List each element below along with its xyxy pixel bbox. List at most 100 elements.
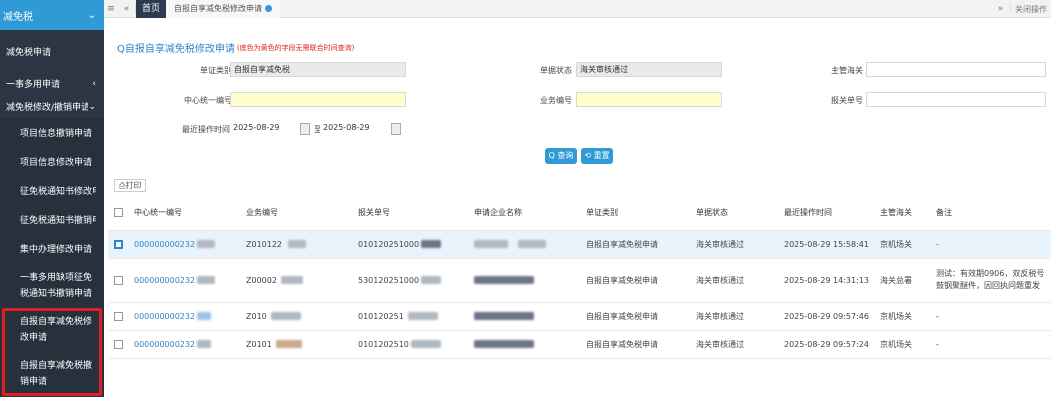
tab-current[interactable]: 自报自享减免税修改申请 xyxy=(166,0,281,18)
sidebar-item-multi-use-notice-revoke[interactable]: 一事多用缺项征免税通知书撤销申请 xyxy=(0,263,104,307)
checkbox[interactable] xyxy=(114,275,123,285)
redacted-mark xyxy=(197,340,212,348)
time-label: 最近操作时间 xyxy=(182,125,230,134)
column-header[interactable]: 中心统一编号 xyxy=(128,196,240,231)
customs-label: 主管海关 xyxy=(831,66,863,75)
biz-no-label: 业务编号 xyxy=(540,96,572,105)
calendar-icon[interactable] xyxy=(300,123,310,135)
table-row[interactable]: 000000000232 Z010122 010120251000 自报自享减免… xyxy=(108,230,1051,259)
column-header[interactable]: 单证类别 xyxy=(580,196,690,231)
central-no-cell[interactable]: 000000000232 xyxy=(128,258,240,303)
customs-cell: 京机场关 xyxy=(874,302,930,331)
sidebar-item-label: 征免税通知书撤销申请 xyxy=(20,216,96,226)
redacted-mark xyxy=(270,312,301,320)
note-cell: - xyxy=(930,330,1051,359)
checkbox[interactable] xyxy=(114,311,123,321)
central-no-link[interactable]: 000000000232 xyxy=(134,312,195,321)
status-cell: 海关审核通过 xyxy=(690,258,778,303)
redacted-mark xyxy=(197,312,212,320)
tab-home[interactable]: 首页 xyxy=(136,0,167,18)
customs-cell: 海关总署 xyxy=(874,258,930,303)
customs-input[interactable] xyxy=(866,62,1046,77)
time-cell: 2025-08-29 09:57:24 xyxy=(778,330,874,359)
central-no-label: 中心统一编号 xyxy=(184,96,232,105)
chevron-left-icon: ‹ xyxy=(92,78,96,89)
checkbox[interactable] xyxy=(114,208,123,218)
sidebar-item-notice-modify[interactable]: 征免税通知书修改申请 xyxy=(0,176,104,205)
redacted-mark xyxy=(421,276,442,284)
decl-no-input[interactable] xyxy=(866,92,1046,107)
chevron-down-icon: ⌄ xyxy=(87,9,96,21)
sidebar-item-label: 集中办理修改申请 xyxy=(20,245,93,255)
redacted-mark xyxy=(275,340,302,348)
doc-type-cell: 自报自享减免税申请 xyxy=(580,302,690,331)
calendar-icon[interactable] xyxy=(391,123,401,135)
note-cell: 测试：有效期0906，双反税号鼓钢聚醚件，因回执问题重发 xyxy=(930,258,1051,303)
decl-no-text: 010120251000 xyxy=(358,239,420,249)
biz-no-cell: Z00002 xyxy=(240,258,352,303)
company-cell xyxy=(468,230,580,259)
column-header[interactable]: 单据状态 xyxy=(690,196,778,231)
central-no-cell[interactable]: 000000000232 xyxy=(128,302,240,331)
column-header[interactable]: 主管海关 xyxy=(874,196,930,231)
central-no-link[interactable]: 000000000232 xyxy=(134,340,195,349)
column-header[interactable]: 申请企业名称 xyxy=(468,196,580,231)
row-select-cell[interactable] xyxy=(108,302,128,331)
biz-no-cell: Z010 xyxy=(240,302,352,331)
central-no-link[interactable]: 000000000232 xyxy=(134,240,195,249)
close-operations-button[interactable]: 关闭操作 xyxy=(1011,4,1051,15)
date-from-input[interactable]: 2025-08-29 xyxy=(230,121,286,136)
select-all-cell[interactable] xyxy=(108,196,128,231)
status-cell: 海关审核通过 xyxy=(690,330,778,359)
status-label: 单据状态 xyxy=(540,66,572,75)
central-no-cell[interactable]: 000000000232 xyxy=(128,230,240,259)
column-header[interactable]: 最近操作时间 xyxy=(778,196,874,231)
double-right-icon[interactable]: » xyxy=(991,4,1011,14)
biz-no-cell: Z010122 xyxy=(240,230,352,259)
status-field: 海关审核通过 xyxy=(576,62,722,77)
table-row[interactable]: 000000000232 Z00002 530120251000 自报自享减免税… xyxy=(108,258,1051,303)
biz-no-input[interactable] xyxy=(576,92,722,107)
row-select-cell[interactable] xyxy=(108,258,128,303)
central-no-cell[interactable]: 000000000232 xyxy=(128,330,240,359)
status-cell: 海关审核通过 xyxy=(690,302,778,331)
row-select-cell[interactable] xyxy=(108,230,128,259)
sidebar-header[interactable]: 减免税 ⌄ xyxy=(0,0,104,30)
row-select-cell[interactable] xyxy=(108,330,128,359)
status-cell: 海关审核通过 xyxy=(690,230,778,259)
biz-no-text: Z0101 xyxy=(246,339,272,349)
sidebar-item-project-revoke[interactable]: 项目信息撤销申请 xyxy=(0,118,104,147)
main-content: Q自报自享减免税修改申请 (底色为黄色的字段无需联合时间查询) 单证类别 自报自… xyxy=(104,18,1051,397)
table-row[interactable]: 000000000232 Z0101 0101202510 自报自享减免税申请 … xyxy=(108,330,1051,359)
note-cell: - xyxy=(930,230,1051,259)
column-header[interactable]: 报关单号 xyxy=(352,196,468,231)
sidebar-item-label: 征免税通知书修改申请 xyxy=(20,187,96,197)
decl-no-cell: 530120251000 xyxy=(352,258,468,303)
decl-no-label: 报关单号 xyxy=(831,96,863,105)
customs-cell: 京机场关 xyxy=(874,330,930,359)
reset-button[interactable]: ⟲ 重置 xyxy=(581,148,613,164)
query-button[interactable]: Q 查询 xyxy=(545,148,577,164)
central-no-input[interactable] xyxy=(230,92,406,107)
doc-type-label: 单证类别 xyxy=(200,66,232,75)
redacted-mark xyxy=(197,276,216,284)
column-header[interactable]: 备注 xyxy=(930,196,1051,231)
sidebar-item-modify-revoke-group[interactable]: 减免税修改/撤销申请 ⌄ xyxy=(0,95,104,118)
sidebar-item-centralized-modify[interactable]: 集中办理修改申请 xyxy=(0,234,104,263)
sidebar-item-project-modify[interactable]: 项目信息修改申请 xyxy=(0,147,104,176)
decl-no-cell: 010120251 xyxy=(352,302,468,331)
doc-type-cell: 自报自享减免税申请 xyxy=(580,258,690,303)
checkbox[interactable] xyxy=(114,339,123,349)
sidebar-item-multi-use-apply[interactable]: 一事多用申请 ‹ xyxy=(0,72,104,95)
central-no-link[interactable]: 000000000232 xyxy=(134,276,195,285)
sidebar-item-reduction-apply[interactable]: 减免税申请 xyxy=(0,30,104,72)
menu-icon[interactable]: ≡ xyxy=(104,4,118,14)
sidebar-item-notice-revoke[interactable]: 征免税通知书撤销申请 xyxy=(0,205,104,234)
date-to-input[interactable]: 2025-08-29 xyxy=(320,121,376,136)
table-row[interactable]: 000000000232 Z010 010120251 自报自享减免税申请 海关… xyxy=(108,302,1051,331)
column-header[interactable]: 业务编号 xyxy=(240,196,352,231)
checkbox[interactable] xyxy=(114,239,123,249)
double-left-icon[interactable]: « xyxy=(118,3,136,14)
close-icon[interactable] xyxy=(265,5,273,12)
print-button[interactable]: ⎙打印 xyxy=(114,179,147,192)
